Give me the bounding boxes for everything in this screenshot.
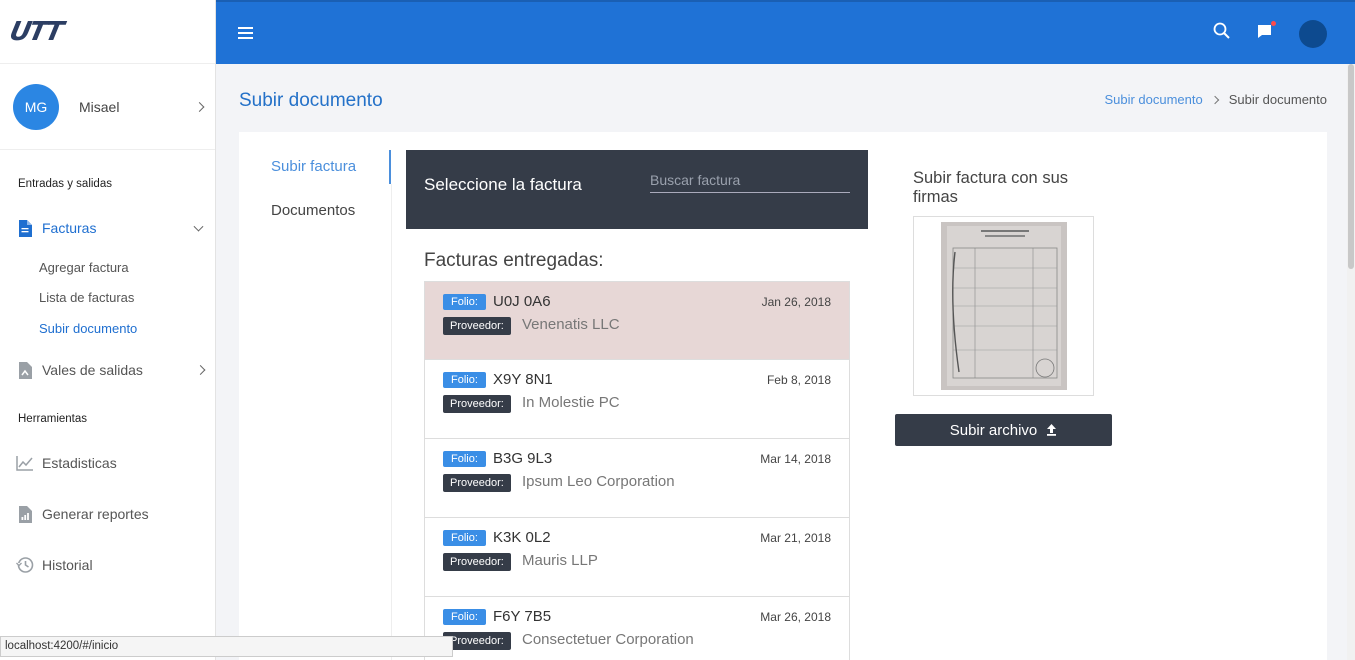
tab-divider <box>391 184 392 660</box>
folio-value: K3K 0L2 <box>493 529 551 546</box>
invoice-list: Folio: U0J 0A6 Jan 26, 2018 Proveedor: V… <box>424 281 850 660</box>
upload-button-label: Subir archivo <box>949 421 1038 439</box>
folio-badge: Folio: <box>443 609 486 625</box>
invoice-date: Mar 21, 2018 <box>760 531 831 545</box>
list-item[interactable]: Folio: K3K 0L2 Mar 21, 2018 Proveedor: M… <box>424 518 850 597</box>
sidebar-item-label: Generar reportes <box>42 506 149 522</box>
sidebar-item-reportes[interactable]: Generar reportes <box>0 504 149 524</box>
provider-badge: Proveedor: <box>443 474 511 492</box>
provider-badge: Proveedor: <box>443 317 511 335</box>
sidebar-item-label: Facturas <box>42 220 97 236</box>
search-invoice-input[interactable] <box>650 167 850 193</box>
chevron-right-icon <box>1210 95 1219 104</box>
tab-documentos[interactable]: Documentos <box>271 202 355 219</box>
tab-subir-factura[interactable]: Subir factura <box>271 158 356 175</box>
notification-dot <box>1271 21 1276 26</box>
folio-badge: Folio: <box>443 294 486 310</box>
sidebar-item-label: Estadisticas <box>42 455 117 471</box>
folio-value: B3G 9L3 <box>493 450 553 467</box>
topbar <box>216 0 1355 64</box>
upload-title: Subir factura con sus firmas <box>913 169 1068 206</box>
status-bar: localhost:4200/#/inicio <box>0 636 453 657</box>
sidebar-item-facturas[interactable]: Facturas <box>0 218 216 238</box>
sidebar-subitem-subir-documento[interactable]: Subir documento <box>0 321 137 336</box>
sidebar-item-vales[interactable]: Vales de salidas <box>0 360 216 380</box>
search-icon[interactable] <box>1213 22 1231 45</box>
user-profile[interactable]: MG Misael <box>0 64 215 150</box>
folio-value: F6Y 7B5 <box>493 608 552 625</box>
sidebar: UTT MG Misael Entradas y salidas Factura… <box>0 0 216 660</box>
document-thumbnail <box>940 222 1067 390</box>
provider-badge: Proveedor: <box>443 553 511 571</box>
provider-value: Consectetuer Corporation <box>522 631 694 648</box>
breadcrumb: Subir documento Subir documento <box>1104 92 1327 107</box>
chevron-down-icon <box>193 221 204 232</box>
scrollbar[interactable] <box>1347 64 1355 660</box>
chevron-right-icon <box>194 101 205 112</box>
document-upload-icon <box>15 360 35 380</box>
invoice-date: Jan 26, 2018 <box>761 295 831 309</box>
history-icon <box>15 555 35 575</box>
chevron-right-icon <box>195 365 206 375</box>
sidebar-subitem-lista-facturas[interactable]: Lista de facturas <box>0 290 134 305</box>
list-item[interactable]: Folio: F6Y 7B5 Mar 26, 2018 Proveedor: C… <box>424 597 850 660</box>
select-invoice-panel: Seleccione la factura <box>406 150 868 229</box>
document-icon <box>15 218 35 238</box>
provider-badge: Proveedor: <box>443 632 511 650</box>
invoice-date: Mar 26, 2018 <box>760 610 831 624</box>
folio-badge: Folio: <box>443 372 486 388</box>
breadcrumb-current: Subir documento <box>1228 92 1327 107</box>
provider-value: Ipsum Leo Corporation <box>522 473 675 490</box>
folio-badge: Folio: <box>443 451 486 467</box>
tab-active-indicator <box>389 150 391 184</box>
upload-icon <box>1047 424 1057 436</box>
provider-badge: Proveedor: <box>443 395 511 413</box>
list-item[interactable]: Folio: X9Y 8N1 Feb 8, 2018 Proveedor: In… <box>424 360 850 439</box>
sidebar-item-estadisticas[interactable]: Estadisticas <box>0 453 117 473</box>
scroll-thumb[interactable] <box>1348 64 1354 269</box>
sidebar-item-historial[interactable]: Historial <box>0 555 93 575</box>
user-name: Misael <box>79 98 120 115</box>
user-avatar: MG <box>13 83 59 130</box>
menu-icon[interactable] <box>238 27 253 39</box>
chat-icon[interactable] <box>1257 21 1276 44</box>
provider-value: Mauris LLP <box>522 552 598 569</box>
section-herramientas: Herramientas <box>18 413 88 425</box>
invoice-date: Feb 8, 2018 <box>766 373 831 387</box>
sidebar-item-label: Historial <box>42 557 93 573</box>
document-preview <box>913 216 1094 396</box>
sidebar-subitem-agregar-factura[interactable]: Agregar factura <box>0 260 129 275</box>
profile-avatar[interactable] <box>1299 20 1327 48</box>
invoice-date: Mar 14, 2018 <box>760 452 831 466</box>
provider-value: Venenatis LLC <box>522 316 620 333</box>
list-item[interactable]: Folio: B3G 9L3 Mar 14, 2018 Proveedor: I… <box>424 439 850 518</box>
folio-value: U0J 0A6 <box>493 293 551 310</box>
breadcrumb-link[interactable]: Subir documento <box>1104 92 1202 107</box>
logo[interactable]: UTT <box>0 0 215 64</box>
folio-badge: Folio: <box>443 530 486 546</box>
upload-file-button[interactable]: Subir archivo <box>895 414 1112 446</box>
list-item[interactable]: Folio: U0J 0A6 Jan 26, 2018 Proveedor: V… <box>424 281 850 360</box>
logo-text: UTT <box>6 16 65 47</box>
delivered-invoices-title: Facturas entregadas: <box>424 250 604 271</box>
select-invoice-title: Seleccione la factura <box>424 175 582 194</box>
report-icon <box>15 504 35 524</box>
folio-value: X9Y 8N1 <box>493 371 553 388</box>
provider-value: In Molestie PC <box>522 394 620 411</box>
main-card: Subir factura Documentos Seleccione la f… <box>239 132 1327 660</box>
page-title: Subir documento <box>239 90 383 111</box>
line-chart-icon <box>15 453 35 473</box>
sidebar-item-label: Vales de salidas <box>42 362 143 378</box>
section-entradas-salidas: Entradas y salidas <box>18 178 112 190</box>
